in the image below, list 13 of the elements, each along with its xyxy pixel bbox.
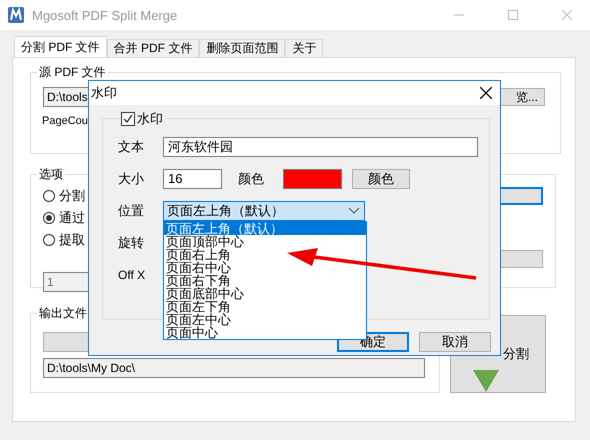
split-label: 分割 — [503, 345, 529, 363]
group-title: 输出文件 — [38, 305, 88, 322]
color-label: 颜色 — [238, 170, 265, 188]
dialog-title: 水印 — [91, 84, 117, 102]
group-title: 源 PDF 文件 — [38, 64, 107, 81]
group-title: 选项 — [38, 166, 64, 183]
offset-x-label: Off X — [118, 268, 146, 282]
text-label: 文本 — [118, 138, 145, 156]
position-label: 位置 — [118, 202, 145, 220]
rotate-label: 旋转 — [118, 234, 145, 252]
page-count-label: PageCou — [42, 115, 88, 127]
window-title: Mgosoft PDF Split Merge — [32, 8, 178, 22]
size-label: 大小 — [118, 170, 145, 188]
